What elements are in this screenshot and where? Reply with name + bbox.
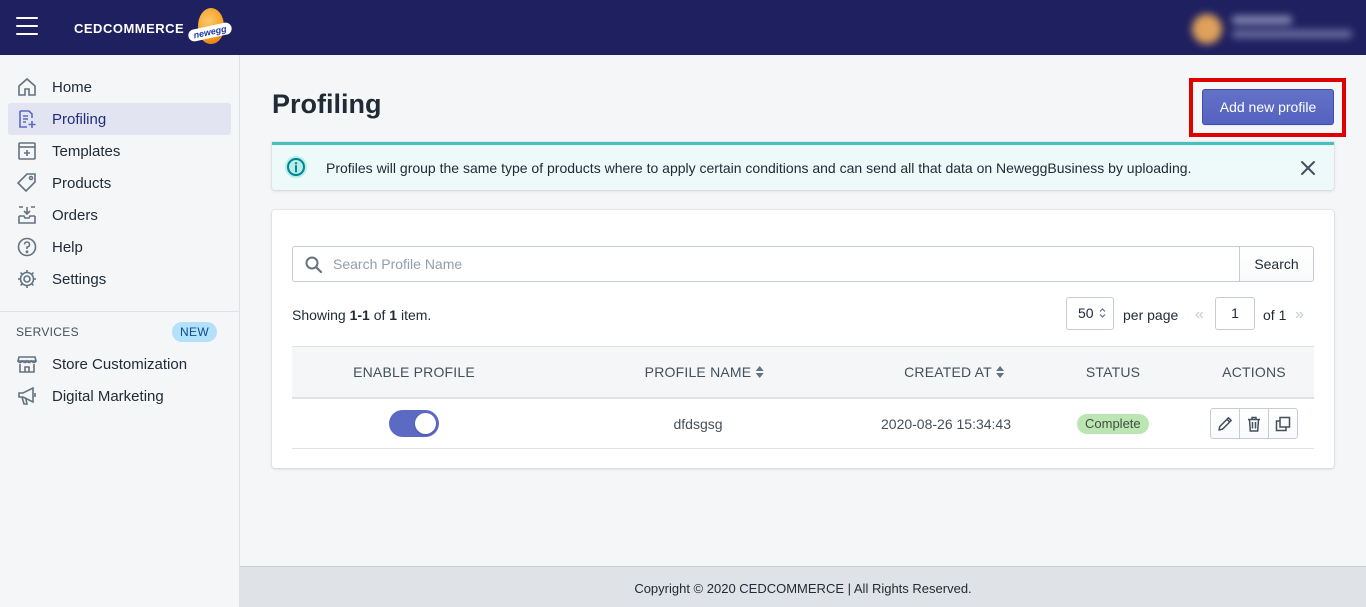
sidebar: Home Profiling Templates Products Orders… bbox=[0, 55, 240, 607]
sidebar-item-label: Templates bbox=[52, 143, 121, 160]
tag-icon bbox=[16, 173, 36, 193]
sidebar-item-digital-marketing[interactable]: Digital Marketing bbox=[8, 380, 231, 412]
sidebar-item-label: Digital Marketing bbox=[52, 388, 164, 405]
showing-count-text: Showing 1-1 of 1 item. bbox=[292, 307, 432, 323]
page-number-input[interactable]: 1 bbox=[1215, 297, 1255, 330]
sidebar-item-label: Help bbox=[52, 239, 83, 256]
home-icon bbox=[18, 77, 36, 96]
status-badge: Complete bbox=[1077, 414, 1149, 434]
inbox-download-icon bbox=[18, 206, 36, 224]
per-page-select[interactable]: 50 bbox=[1066, 297, 1114, 330]
next-page-button[interactable]: » bbox=[1295, 306, 1304, 324]
select-caret-icon bbox=[1099, 308, 1106, 318]
newegg-badge-icon: newegg bbox=[186, 8, 234, 48]
services-section-title: SERVICES bbox=[16, 325, 79, 339]
sidebar-item-profiling[interactable]: Profiling bbox=[8, 103, 231, 135]
banner-message: Profiles will group the same type of pro… bbox=[326, 160, 1192, 176]
per-page-value: 50 bbox=[1078, 305, 1094, 321]
sidebar-item-label: Settings bbox=[52, 271, 107, 288]
info-circle-icon bbox=[285, 156, 307, 178]
add-new-profile-button[interactable]: Add new profile bbox=[1202, 89, 1334, 125]
trash-icon bbox=[1248, 416, 1260, 432]
close-icon[interactable] bbox=[1300, 160, 1316, 176]
cedcommerce-logo[interactable]: CEDCOMMERCE newegg bbox=[74, 8, 234, 48]
search-field[interactable] bbox=[292, 246, 1240, 282]
previous-page-button[interactable]: « bbox=[1195, 306, 1204, 324]
sidebar-item-label: Home bbox=[52, 79, 93, 96]
copyright-text: Copyright © 2020 CEDCOMMERCE | All Right… bbox=[634, 581, 972, 596]
column-header-created-at[interactable]: CREATED AT bbox=[904, 364, 1004, 380]
search-icon bbox=[305, 256, 323, 274]
page-title: Profiling bbox=[272, 89, 382, 119]
profile-name-cell[interactable]: dfdsgsg bbox=[673, 416, 722, 432]
avatar bbox=[1192, 14, 1222, 44]
column-header-status: STATUS bbox=[1085, 364, 1141, 380]
per-page-label: per page bbox=[1123, 307, 1179, 323]
sort-icon bbox=[755, 366, 764, 378]
templates-icon bbox=[18, 142, 36, 160]
sidebar-item-label: Store Customization bbox=[52, 356, 188, 373]
sidebar-item-home[interactable]: Home bbox=[8, 71, 231, 103]
question-circle-icon bbox=[17, 237, 37, 257]
column-header-actions: ACTIONS bbox=[1222, 364, 1286, 380]
gear-icon bbox=[18, 270, 36, 288]
table-header: ENABLE PROFILE PROFILE NAME CREATED AT S… bbox=[292, 346, 1314, 399]
user-profile-menu[interactable] bbox=[1188, 8, 1358, 48]
sort-icon bbox=[995, 366, 1004, 378]
search-button[interactable]: Search bbox=[1239, 246, 1314, 282]
top-bar: CEDCOMMERCE newegg bbox=[0, 0, 1366, 55]
column-header-enable-profile: ENABLE PROFILE bbox=[353, 364, 475, 380]
sidebar-item-store-customization[interactable]: Store Customization bbox=[8, 348, 231, 380]
edit-button[interactable] bbox=[1210, 408, 1240, 439]
profiles-card: Search Showing 1-1 of 1 item. 50 per pag… bbox=[272, 210, 1334, 468]
sidebar-item-label: Profiling bbox=[52, 111, 107, 128]
column-header-profile-name[interactable]: PROFILE NAME bbox=[645, 364, 764, 380]
duplicate-icon bbox=[1275, 416, 1291, 431]
storefront-icon bbox=[16, 356, 38, 373]
sidebar-divider bbox=[0, 311, 239, 312]
created-at-cell: 2020-08-26 15:34:43 bbox=[881, 416, 1011, 432]
total-pages-label: of 1 bbox=[1263, 307, 1287, 323]
table-row: dfdsgsg 2020-08-26 15:34:43 Complete bbox=[292, 399, 1314, 449]
sidebar-item-templates[interactable]: Templates bbox=[8, 135, 231, 167]
sidebar-item-label: Orders bbox=[52, 207, 98, 224]
delete-button[interactable] bbox=[1239, 408, 1269, 439]
row-actions bbox=[1210, 408, 1298, 440]
edit-icon bbox=[1218, 416, 1232, 431]
sidebar-item-settings[interactable]: Settings bbox=[8, 263, 231, 295]
sidebar-item-label: Products bbox=[52, 175, 112, 192]
megaphone-icon bbox=[18, 386, 36, 405]
footer: Copyright © 2020 CEDCOMMERCE | All Right… bbox=[240, 566, 1366, 607]
sidebar-item-products[interactable]: Products bbox=[8, 167, 231, 199]
enable-profile-toggle[interactable] bbox=[389, 410, 439, 437]
logo-text: CEDCOMMERCE bbox=[74, 20, 185, 36]
duplicate-button[interactable] bbox=[1268, 408, 1298, 439]
sidebar-item-help[interactable]: Help bbox=[8, 231, 231, 263]
hamburger-menu-icon[interactable] bbox=[16, 17, 38, 37]
new-badge: NEW bbox=[172, 322, 217, 342]
profiling-icon bbox=[19, 110, 36, 128]
info-banner: Profiles will group the same type of pro… bbox=[272, 142, 1334, 190]
search-input[interactable] bbox=[333, 247, 1213, 281]
sidebar-item-orders[interactable]: Orders bbox=[8, 199, 231, 231]
